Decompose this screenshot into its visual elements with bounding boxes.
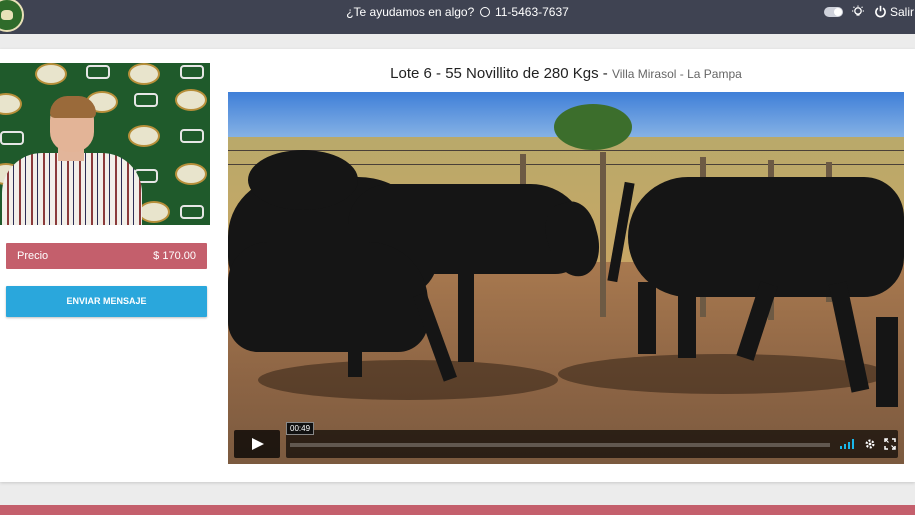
backdrop-logo [128, 125, 160, 147]
cattle-shadow [258, 360, 558, 400]
video-controls: 00:49 [234, 422, 898, 460]
lot-title-text: Lote 6 - 55 Novillito de 280 Kgs - [390, 65, 608, 82]
fullscreen-icon[interactable] [884, 438, 896, 450]
cow-body [248, 150, 358, 210]
logout-link[interactable]: Salir [890, 5, 914, 19]
top-bar: ¿Te ayudamos en algo? 11-5463-7637 Salir [0, 0, 915, 34]
price-bar: Precio $ 170.00 [6, 243, 207, 269]
progress-bar[interactable] [290, 443, 830, 447]
cow-icon [0, 131, 24, 145]
price-value: $ 170.00 [153, 250, 196, 262]
lightbulb-icon[interactable] [851, 5, 865, 19]
video-tree [554, 104, 632, 150]
power-icon[interactable] [874, 5, 887, 18]
backdrop-logo [0, 93, 22, 115]
cow-icon [180, 129, 204, 143]
time-tooltip: 00:49 [286, 422, 315, 435]
seller-webcam [0, 63, 210, 225]
backdrop-logo [35, 63, 67, 85]
cow-leg [876, 317, 898, 407]
cow-leg [458, 252, 474, 362]
price-label: Precio [17, 250, 49, 262]
cattle-shadow [558, 354, 888, 394]
cow-leg [638, 282, 656, 354]
backdrop-logo [138, 201, 170, 223]
cow-leg [348, 297, 362, 377]
theme-toggle[interactable] [824, 7, 843, 17]
send-message-button[interactable]: ENVIAR MENSAJE [6, 286, 207, 317]
backdrop-logo [175, 163, 207, 185]
backdrop-logo [175, 89, 207, 111]
play-button[interactable] [234, 430, 280, 458]
help-phone[interactable]: 11-5463-7637 [495, 5, 569, 19]
cow-icon [86, 65, 110, 79]
bottom-section-bar [0, 505, 915, 515]
help-text: ¿Te ayudamos en algo? [346, 5, 475, 19]
seller-hair [50, 96, 96, 118]
lot-title: Lote 6 - 55 Novillito de 280 Kgs - Villa… [228, 64, 904, 84]
cow-body [228, 242, 428, 352]
fence-post [600, 152, 606, 317]
cow-icon [134, 93, 158, 107]
lot-card: Precio $ 170.00 ENVIAR MENSAJE Lote 6 - … [0, 49, 915, 482]
volume-icon[interactable] [840, 439, 856, 449]
cow-leg [678, 282, 696, 358]
backdrop-logo [128, 63, 160, 85]
gear-icon[interactable] [864, 438, 876, 450]
cow-icon [180, 205, 204, 219]
help-contact[interactable]: ¿Te ayudamos en algo? 11-5463-7637 [0, 4, 915, 20]
video-player[interactable]: 00:49 [228, 92, 904, 464]
whatsapp-icon [479, 7, 490, 17]
cow-body [628, 177, 904, 297]
fence-wire [228, 150, 904, 151]
seller-shirt [2, 153, 142, 225]
cow-icon [180, 65, 204, 79]
lot-location: Villa Mirasol - La Pampa [611, 67, 742, 81]
